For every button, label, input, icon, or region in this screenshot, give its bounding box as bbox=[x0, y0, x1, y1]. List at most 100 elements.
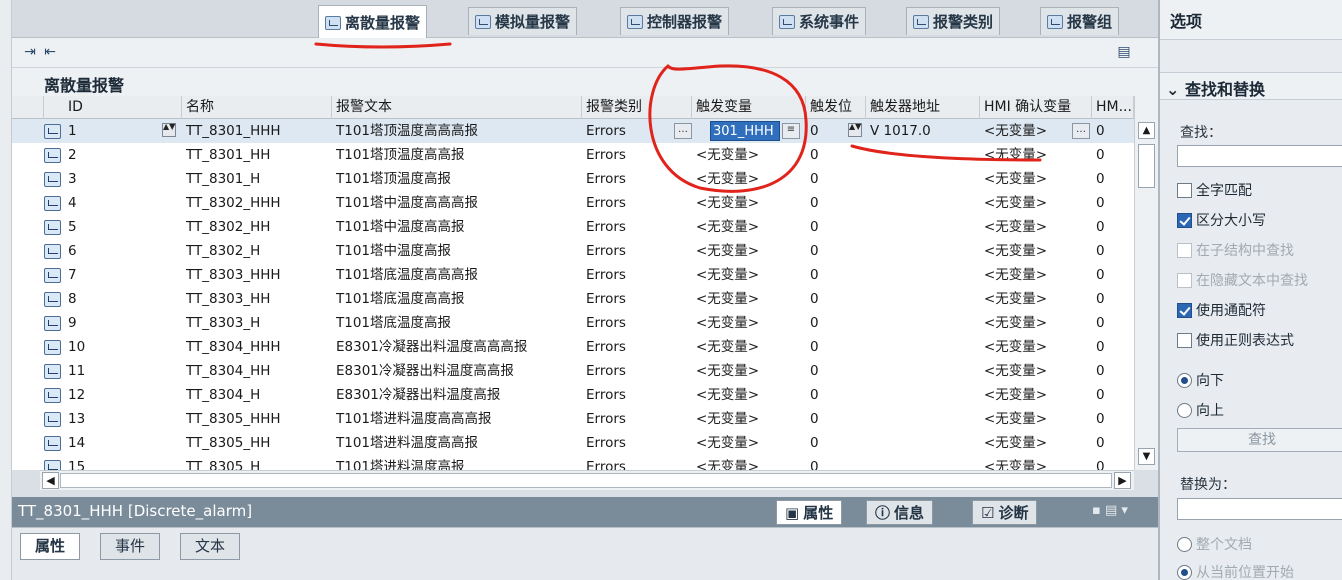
cell-alarm-class[interactable]: Errors bbox=[582, 215, 626, 239]
cell-id[interactable]: 4 bbox=[64, 191, 77, 215]
cell-trigger-address[interactable] bbox=[866, 431, 870, 455]
cell-trigger-tag[interactable]: <无变量> bbox=[692, 407, 759, 431]
cell-hm[interactable]: 0 bbox=[1092, 263, 1105, 287]
cell-name[interactable]: TT_8302_HHH bbox=[182, 191, 281, 215]
table-row[interactable]: 12 TT_8304_H E8301冷凝器出料温度高报 Errors <无变量> 0 <无变… bbox=[12, 383, 1134, 407]
table-row[interactable]: 5 TT_8302_HH T101塔中温度高高报 Errors <无变量> 0 <无变量> 0 bbox=[12, 215, 1134, 239]
inspector-tab-properties[interactable]: ▣ 属性 bbox=[776, 500, 843, 525]
cell-hm[interactable]: 0 bbox=[1092, 215, 1105, 239]
bit-spinner-icon[interactable]: ▲▼ bbox=[848, 123, 862, 137]
cell-trigger-tag[interactable]: <无变量> bbox=[692, 215, 759, 239]
cell-hmi-ack-tag[interactable]: <无变量> bbox=[980, 263, 1047, 287]
cell-trigger-tag[interactable]: <无变量> bbox=[692, 455, 759, 470]
cell-hm[interactable]: 0 bbox=[1092, 359, 1105, 383]
cell-hmi-ack-tag[interactable]: <无变量> bbox=[980, 455, 1047, 470]
cell-hm[interactable]: 0 bbox=[1092, 455, 1105, 470]
cell-trigger-tag[interactable]: <无变量> bbox=[692, 143, 759, 167]
column-header-hmi-ack-tag[interactable]: HMI 确认变量 bbox=[980, 96, 1092, 119]
cell-trigger-address[interactable] bbox=[866, 455, 870, 470]
cell-id[interactable]: 10 bbox=[64, 335, 85, 359]
cell-trigger-address[interactable] bbox=[866, 287, 870, 311]
cell-hmi-ack-tag[interactable]: <无变量> bbox=[980, 239, 1047, 263]
find-replace-section[interactable]: ⌄ 查找和替换 bbox=[1160, 72, 1342, 100]
alarm-class-browse-button[interactable]: … bbox=[674, 123, 692, 139]
tab-controller-alarms[interactable]: 控制器报警 bbox=[620, 7, 730, 35]
cell-hmi-ack-tag[interactable]: <无变量> bbox=[980, 191, 1047, 215]
tab-alarm-classes[interactable]: 报警类别 bbox=[906, 7, 1001, 35]
cell-name[interactable]: TT_8303_HHH bbox=[182, 263, 281, 287]
scroll-right-icon[interactable]: ▶ bbox=[1114, 472, 1131, 489]
option-regex[interactable]: 使用正则表达式 bbox=[1177, 330, 1294, 350]
table-row[interactable]: 7 TT_8303_HHH T101塔底温度高高高报 Errors <无变量> 0 <无变量… bbox=[12, 263, 1134, 287]
cell-trigger-address[interactable] bbox=[866, 191, 870, 215]
table-row[interactable]: 6 TT_8302_H T101塔中温度高报 Errors <无变量> 0 <无变量> 0 bbox=[12, 239, 1134, 263]
cell-trigger-bit[interactable]: 0 bbox=[806, 119, 819, 143]
column-header-name[interactable]: 名称 bbox=[182, 96, 332, 119]
cell-id[interactable]: 2 bbox=[64, 143, 77, 167]
ack-tag-browse-button[interactable]: … bbox=[1072, 123, 1090, 139]
cell-trigger-address[interactable] bbox=[866, 407, 870, 431]
find-input[interactable] bbox=[1177, 145, 1342, 167]
cell-trigger-bit[interactable]: 0 bbox=[806, 191, 819, 215]
cell-id[interactable]: 3 bbox=[64, 167, 77, 191]
cell-trigger-tag[interactable]: <无变量> bbox=[692, 287, 759, 311]
cell-name[interactable]: TT_8305_HHH bbox=[182, 407, 281, 431]
cell-hm[interactable]: 0 bbox=[1092, 311, 1105, 335]
cell-trigger-tag[interactable]: <无变量> bbox=[692, 263, 759, 287]
cell-trigger-tag[interactable]: <无变量> bbox=[692, 191, 759, 215]
cell-trigger-bit[interactable]: 0 bbox=[806, 335, 819, 359]
find-button[interactable]: 查找 bbox=[1177, 428, 1342, 452]
cell-hm[interactable]: 0 bbox=[1092, 407, 1105, 431]
inspector-tab-diagnostics[interactable]: ☑ 诊断 bbox=[972, 500, 1038, 525]
direction-down[interactable]: 向下 bbox=[1177, 370, 1224, 390]
cell-name[interactable]: TT_8301_HH bbox=[182, 143, 270, 167]
cell-alarm-class[interactable]: Errors bbox=[582, 335, 626, 359]
cell-hm[interactable]: 0 bbox=[1092, 335, 1105, 359]
cell-alarm-class[interactable]: Errors bbox=[582, 431, 626, 455]
cell-name[interactable]: TT_8305_HH bbox=[182, 431, 270, 455]
radio[interactable] bbox=[1177, 536, 1192, 552]
table-row[interactable]: 15 TT_8305_H T101塔进料温度高报 Errors <无变量> 0 <无变量> 0 bbox=[12, 455, 1134, 470]
cell-trigger-tag[interactable]: <无变量> bbox=[692, 383, 759, 407]
cell-id[interactable]: 9 bbox=[64, 311, 77, 335]
column-header-alarm-text[interactable]: 报警文本 bbox=[332, 96, 582, 119]
radio[interactable] bbox=[1177, 372, 1192, 388]
direction-up[interactable]: 向上 bbox=[1177, 400, 1224, 420]
table-row[interactable]: 11 TT_8304_HH E8301冷凝器出料温度高高报 Errors <无变量> 0 <… bbox=[12, 359, 1134, 383]
table-row[interactable]: 4 TT_8302_HHH T101塔中温度高高高报 Errors <无变量> 0 <无变量… bbox=[12, 191, 1134, 215]
cell-hm[interactable]: 0 bbox=[1092, 167, 1105, 191]
cell-id[interactable]: 13 bbox=[64, 407, 85, 431]
cell-alarm-text[interactable]: E8301冷凝器出料温度高报 bbox=[332, 383, 500, 407]
option-match-case[interactable]: 区分大小写 bbox=[1177, 210, 1266, 230]
cell-trigger-bit[interactable]: 0 bbox=[806, 455, 819, 470]
cell-hmi-ack-tag[interactable]: <无变量> bbox=[980, 143, 1047, 167]
cell-alarm-class[interactable]: Errors bbox=[582, 167, 626, 191]
cell-name[interactable]: TT_8302_H bbox=[182, 239, 260, 263]
vertical-scrollbar[interactable]: ▲ ▼ bbox=[1134, 96, 1158, 470]
checkbox[interactable] bbox=[1177, 182, 1192, 198]
column-header-alarm-class[interactable]: 报警类别 bbox=[582, 96, 692, 119]
cell-trigger-bit[interactable]: 0 bbox=[806, 359, 819, 383]
cell-hmi-ack-tag[interactable]: <无变量> bbox=[980, 119, 1047, 143]
cell-id[interactable]: 7 bbox=[64, 263, 77, 287]
cell-name[interactable]: TT_8301_H bbox=[182, 167, 260, 191]
checkbox[interactable] bbox=[1177, 302, 1192, 318]
cell-trigger-bit[interactable]: 0 bbox=[806, 287, 819, 311]
radio[interactable] bbox=[1177, 564, 1192, 580]
column-header-trigger-bit[interactable]: 触发位 bbox=[806, 96, 866, 119]
cell-alarm-text[interactable]: T101塔进料温度高高报 bbox=[332, 431, 478, 455]
cell-alarm-text[interactable]: E8301冷凝器出料温度高高高报 bbox=[332, 335, 527, 359]
cell-name[interactable]: TT_8304_HH bbox=[182, 359, 270, 383]
table-row[interactable]: 14 TT_8305_HH T101塔进料温度高高报 Errors <无变量> 0 <无变量… bbox=[12, 431, 1134, 455]
cell-trigger-address[interactable] bbox=[866, 263, 870, 287]
cell-hm[interactable]: 0 bbox=[1092, 239, 1105, 263]
window-controls-icon[interactable]: ▪ ▤ ▾ bbox=[1092, 503, 1128, 518]
column-header-trigger-tag[interactable]: 触发变量 bbox=[692, 96, 806, 119]
scroll-left-icon[interactable]: ◀ bbox=[42, 472, 59, 489]
cell-trigger-address[interactable]: V 1017.0 bbox=[866, 119, 931, 143]
table-row[interactable]: 3 TT_8301_H T101塔顶温度高报 Errors <无变量> 0 <无变量> 0 bbox=[12, 167, 1134, 191]
cell-alarm-class[interactable]: Errors bbox=[582, 383, 626, 407]
checkbox[interactable] bbox=[1177, 212, 1192, 228]
cell-name[interactable]: TT_8302_HH bbox=[182, 215, 270, 239]
replace-input[interactable] bbox=[1177, 498, 1342, 520]
